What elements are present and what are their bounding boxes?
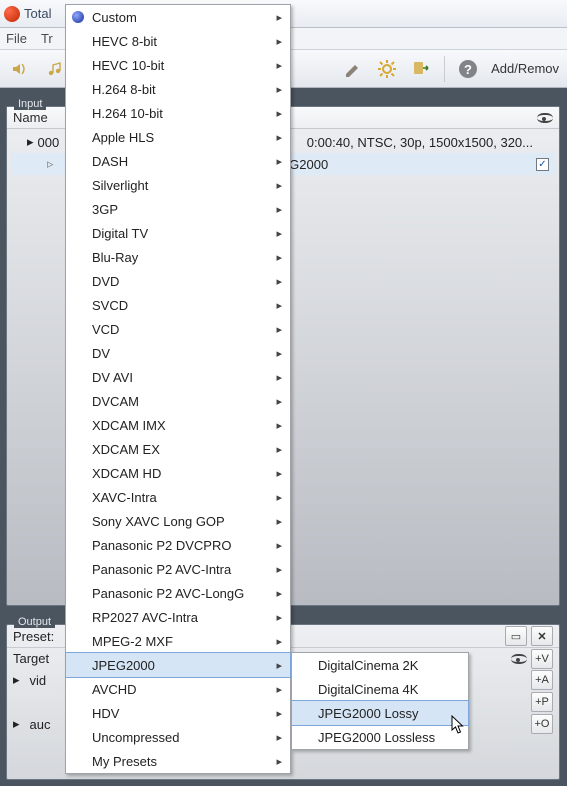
tool-edit-icon[interactable] bbox=[342, 58, 364, 80]
menu-item-apple-hls[interactable]: Apple HLS bbox=[66, 125, 290, 149]
eye-icon[interactable] bbox=[537, 113, 553, 123]
row-detail: 0:00:40, NTSC, 30p, 1500x1500, 320... bbox=[307, 135, 533, 150]
menu-item-xdcam-ex[interactable]: XDCAM EX bbox=[66, 437, 290, 461]
menu-item-dash[interactable]: DASH bbox=[66, 149, 290, 173]
tool-add-remove[interactable]: Add/Remov bbox=[491, 61, 559, 76]
menu-item-sony-xavc-long-gop[interactable]: Sony XAVC Long GOP bbox=[66, 509, 290, 533]
submenu-item-jpeg2000-lossless[interactable]: JPEG2000 Lossless bbox=[292, 725, 468, 749]
menu-item-silverlight[interactable]: Silverlight bbox=[66, 173, 290, 197]
eye-icon[interactable] bbox=[511, 654, 527, 664]
submenu-item-jpeg2000-lossy[interactable]: JPEG2000 Lossy bbox=[292, 701, 468, 725]
menu-item-my-presets[interactable]: My Presets bbox=[66, 749, 290, 773]
target-label: Target bbox=[13, 651, 49, 666]
preset-close-button[interactable]: ✕ bbox=[531, 626, 553, 646]
menu-item-panasonic-p2-avc-longg[interactable]: Panasonic P2 AVC-LongG bbox=[66, 581, 290, 605]
separator bbox=[444, 56, 445, 82]
menu-item-uncompressed[interactable]: Uncompressed bbox=[66, 725, 290, 749]
menu-item-vcd[interactable]: VCD bbox=[66, 317, 290, 341]
menu-item-dv[interactable]: DV bbox=[66, 341, 290, 365]
menu-item-custom[interactable]: Custom bbox=[66, 5, 290, 29]
menu-item-hevc-10-bit[interactable]: HEVC 10-bit bbox=[66, 53, 290, 77]
menu-item-hevc-8-bit[interactable]: HEVC 8-bit bbox=[66, 29, 290, 53]
menu-item-avchd[interactable]: AVCHD bbox=[66, 677, 290, 701]
svg-text:?: ? bbox=[464, 62, 472, 77]
app-title: Total bbox=[24, 6, 51, 21]
menu-item-xdcam-hd[interactable]: XDCAM HD bbox=[66, 461, 290, 485]
submenu-item-digitalcinema-2k[interactable]: DigitalCinema 2K bbox=[292, 653, 468, 677]
submenu-item-digitalcinema-4k[interactable]: DigitalCinema 4K bbox=[292, 677, 468, 701]
name-column-header[interactable]: Name bbox=[13, 110, 48, 125]
preset-label: Preset: bbox=[13, 629, 54, 644]
add-p-button[interactable]: +P bbox=[531, 692, 553, 712]
preset-menu[interactable]: CustomHEVC 8-bitHEVC 10-bitH.264 8-bitH.… bbox=[65, 4, 291, 774]
add-a-button[interactable]: +A bbox=[531, 670, 553, 690]
video-label: vid bbox=[30, 673, 47, 688]
output-section-label: Output bbox=[14, 616, 55, 628]
menu-item-h-264-8-bit[interactable]: H.264 8-bit bbox=[66, 77, 290, 101]
add-v-button[interactable]: +V bbox=[531, 649, 553, 669]
menu-item-panasonic-p2-avc-intra[interactable]: Panasonic P2 AVC-Intra bbox=[66, 557, 290, 581]
menu-item-dvd[interactable]: DVD bbox=[66, 269, 290, 293]
tool-settings-icon[interactable] bbox=[376, 58, 398, 80]
input-section-label: Input bbox=[14, 98, 46, 110]
menu-item-3gp[interactable]: 3GP bbox=[66, 197, 290, 221]
menu-item-panasonic-p2-dvcpro[interactable]: Panasonic P2 DVCPRO bbox=[66, 533, 290, 557]
menu-item-dvcam[interactable]: DVCAM bbox=[66, 389, 290, 413]
add-o-button[interactable]: +O bbox=[531, 714, 553, 734]
menu-item-svcd[interactable]: SVCD bbox=[66, 293, 290, 317]
menu-item-digital-tv[interactable]: Digital TV bbox=[66, 221, 290, 245]
menu-item-xavc-intra[interactable]: XAVC-Intra bbox=[66, 485, 290, 509]
menu-item-mpeg-2-mxf[interactable]: MPEG-2 MXF bbox=[66, 629, 290, 653]
menu-item-dv-avi[interactable]: DV AVI bbox=[66, 365, 290, 389]
checkbox[interactable]: ✓ bbox=[536, 158, 549, 171]
menu-item-hdv[interactable]: HDV bbox=[66, 701, 290, 725]
menu-item-xdcam-imx[interactable]: XDCAM IMX bbox=[66, 413, 290, 437]
tool-notes-icon[interactable] bbox=[44, 58, 66, 80]
menu-item-h-264-10-bit[interactable]: H.264 10-bit bbox=[66, 101, 290, 125]
row-id: 000 bbox=[38, 135, 60, 150]
audio-label: auc bbox=[30, 717, 51, 732]
tool-export-icon[interactable] bbox=[410, 58, 432, 80]
tool-audio-icon[interactable] bbox=[8, 58, 30, 80]
menu-item-rp2027-avc-intra[interactable]: RP2027 AVC-Intra bbox=[66, 605, 290, 629]
menu-file[interactable]: File bbox=[6, 31, 27, 46]
menu-item-blu-ray[interactable]: Blu-Ray bbox=[66, 245, 290, 269]
tool-help-icon[interactable]: ? bbox=[457, 58, 479, 80]
menu-tr[interactable]: Tr bbox=[41, 31, 53, 46]
preset-submenu[interactable]: DigitalCinema 2KDigitalCinema 4KJPEG2000… bbox=[291, 652, 469, 750]
preset-picker-icon[interactable]: ▭ bbox=[505, 626, 527, 646]
menu-item-jpeg2000[interactable]: JPEG2000 bbox=[66, 653, 290, 677]
app-icon bbox=[4, 6, 20, 22]
